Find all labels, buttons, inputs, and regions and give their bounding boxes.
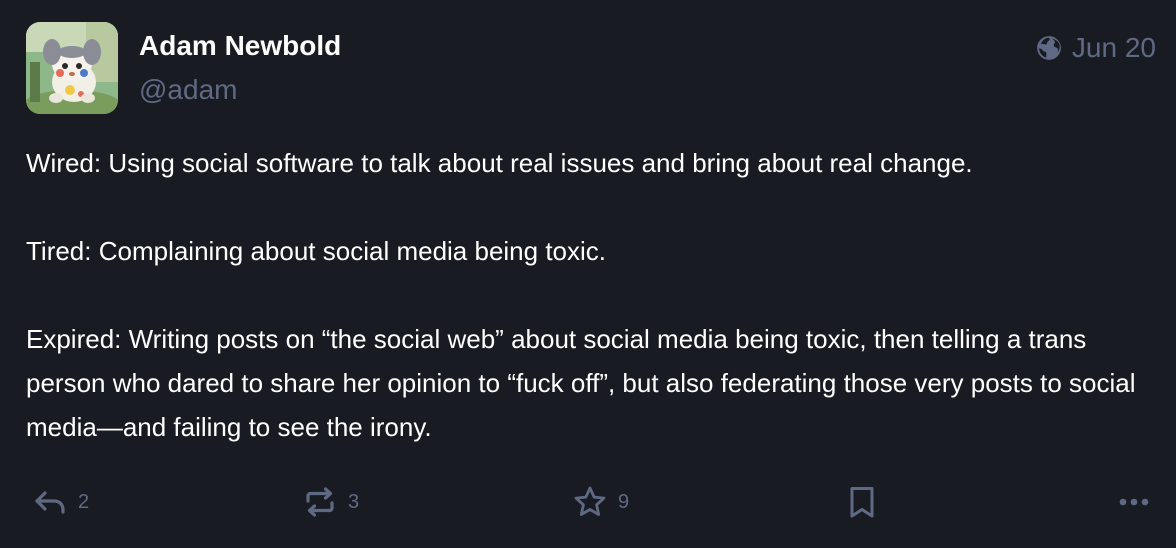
display-name[interactable]: Adam Newbold (139, 30, 341, 62)
globe-icon (1037, 36, 1061, 60)
status-content: Wired: Using social software to talk abo… (26, 141, 1156, 449)
boost-button[interactable]: 3 (302, 482, 359, 522)
favourite-button[interactable]: 9 (572, 482, 629, 522)
boost-icon (306, 487, 334, 517)
favourite-count: 9 (618, 490, 630, 513)
status-actions: 2 3 9 (0, 482, 1176, 522)
avatar[interactable] (26, 22, 118, 114)
more-button[interactable] (1114, 482, 1154, 522)
reply-count: 2 (78, 490, 90, 513)
bookmark-button[interactable] (844, 482, 880, 522)
bookmark-icon (850, 487, 874, 518)
account-handle[interactable]: @adam (139, 74, 237, 106)
avatar-image (26, 22, 118, 114)
status-paragraph: Wired: Using social software to talk abo… (26, 148, 973, 178)
reply-button[interactable]: 2 (32, 482, 89, 522)
status-paragraph: Tired: Complaining about social media be… (26, 236, 607, 266)
boost-count: 3 (348, 490, 360, 513)
reply-icon (35, 491, 65, 514)
status-date[interactable]: Jun 20 (1072, 32, 1156, 64)
status-paragraph: Expired: Writing posts on “the social we… (26, 324, 1136, 442)
status-card: Adam Newbold @adam Jun 20 Wired: Using s… (0, 0, 1176, 548)
star-icon (574, 486, 606, 516)
more-icon (1119, 498, 1149, 506)
status-meta[interactable]: Jun 20 (1036, 32, 1156, 64)
